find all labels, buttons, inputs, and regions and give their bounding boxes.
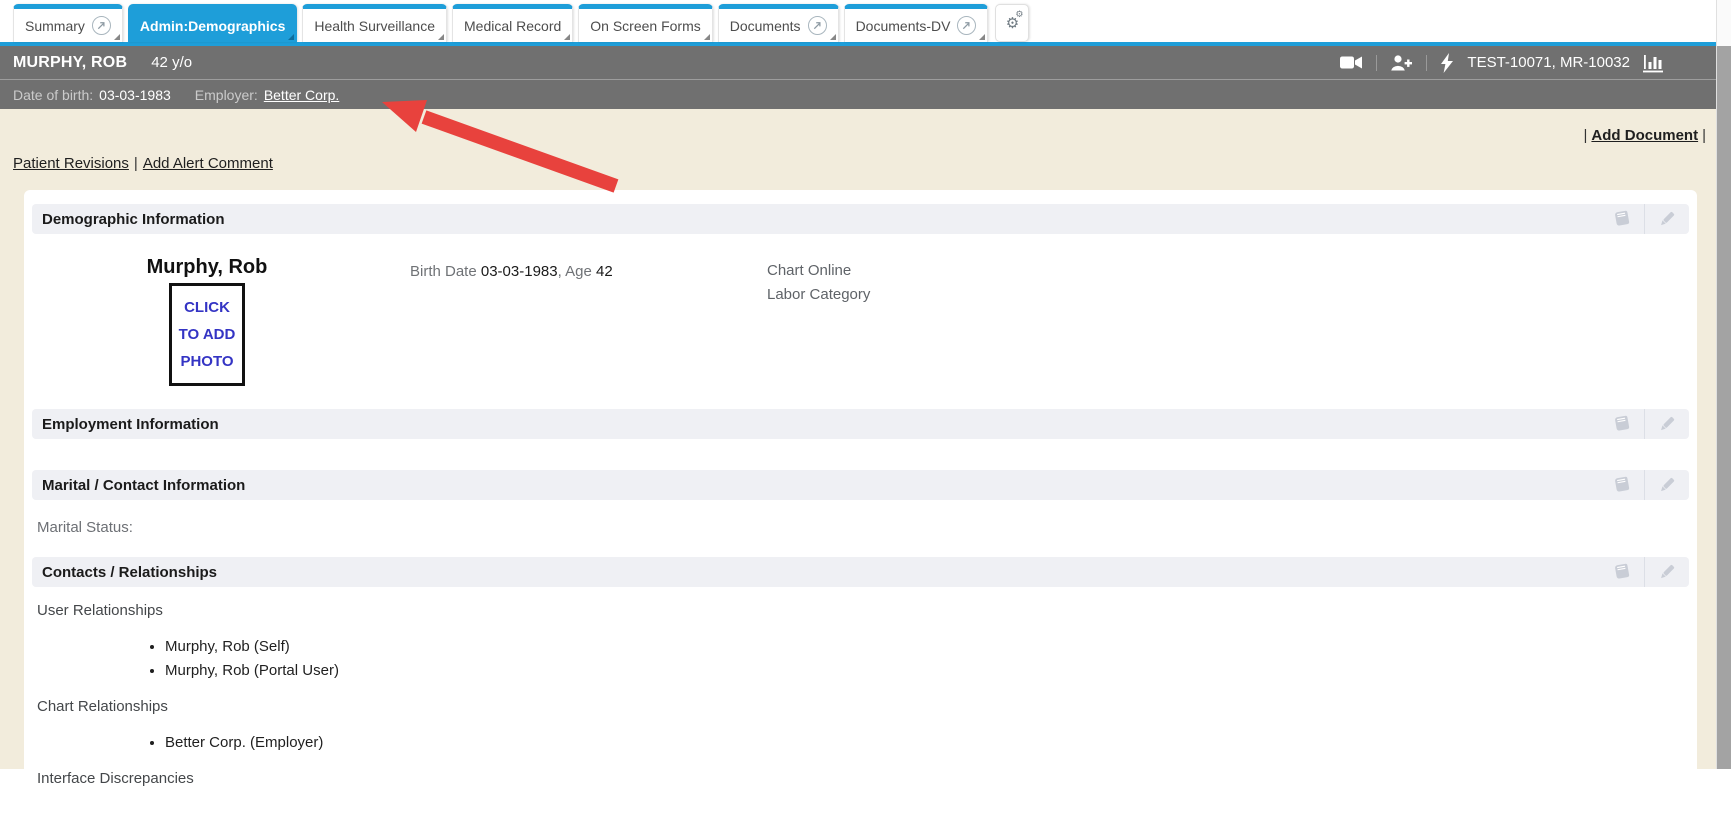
birth-date-line: Birth Date 03-03-1983, Age 42 bbox=[382, 257, 712, 280]
list-item: Better Corp. (Employer) bbox=[165, 731, 1689, 755]
chart-tab-bar: Summary Admin:Demographics Health Survei… bbox=[0, 0, 1716, 46]
tab-health-surveillance[interactable]: Health Surveillance bbox=[302, 4, 447, 42]
patient-header-bar: MURPHY, ROB 42 y/o TEST-10071, MR-10032 bbox=[0, 46, 1716, 79]
demographics-panel: Demographic Information Murphy, Rob CLIC… bbox=[24, 190, 1697, 826]
popout-icon[interactable] bbox=[92, 16, 111, 35]
tab-summary[interactable]: Summary bbox=[13, 4, 123, 42]
add-document-link[interactable]: Add Document bbox=[1591, 127, 1698, 144]
chart-status-column: Chart Online Labor Category bbox=[712, 257, 870, 302]
audit-book-icon[interactable] bbox=[1600, 204, 1644, 234]
age-label: , Age bbox=[558, 263, 592, 280]
employer-label: Employer: bbox=[195, 87, 258, 103]
scrollbar-thumb[interactable] bbox=[1717, 46, 1731, 769]
add-photo-placeholder[interactable]: CLICK TO ADD PHOTO bbox=[169, 283, 245, 386]
add-person-icon[interactable] bbox=[1390, 54, 1413, 72]
photo-placeholder-line: CLICK bbox=[172, 294, 242, 321]
tab-on-screen-forms[interactable]: On Screen Forms bbox=[578, 4, 712, 42]
patient-subheader-bar: Date of birth: 03-03-1983 Employer: Bett… bbox=[0, 79, 1716, 109]
patient-links-row: Patient Revisions | Add Alert Comment bbox=[0, 145, 1716, 173]
edit-pencil-icon[interactable] bbox=[1645, 557, 1689, 587]
audit-book-icon[interactable] bbox=[1600, 557, 1644, 587]
tab-documents-dv[interactable]: Documents-DV bbox=[844, 4, 989, 42]
section-title: Demographic Information bbox=[42, 211, 225, 228]
video-camera-icon[interactable] bbox=[1339, 54, 1363, 71]
add-alert-comment-link[interactable]: Add Alert Comment bbox=[143, 155, 273, 172]
vertical-scrollbar[interactable] bbox=[1716, 0, 1731, 769]
document-actions-row: |Add Document| bbox=[0, 109, 1716, 145]
pipe: | bbox=[1584, 127, 1588, 144]
tab-label: Medical Record bbox=[464, 18, 561, 34]
photo-placeholder-line: TO ADD bbox=[172, 321, 242, 348]
divider bbox=[1376, 55, 1377, 71]
content-area: |Add Document| Patient Revisions|Add Ale… bbox=[0, 109, 1716, 769]
popout-icon[interactable] bbox=[957, 16, 976, 35]
section-title: Contacts / Relationships bbox=[42, 564, 217, 581]
section-header-employment-information: Employment Information bbox=[32, 409, 1689, 439]
edit-pencil-icon[interactable] bbox=[1645, 409, 1689, 439]
birth-date-label: Birth Date bbox=[410, 263, 477, 280]
list-item: Murphy, Rob (Portal User) bbox=[165, 659, 1689, 683]
dob-label: Date of birth: bbox=[13, 87, 93, 103]
patient-age: 42 y/o bbox=[151, 54, 192, 71]
user-relationships-label: User Relationships bbox=[37, 603, 1689, 618]
edit-pencil-icon[interactable] bbox=[1645, 204, 1689, 234]
tab-label: Summary bbox=[25, 18, 85, 34]
section-title: Employment Information bbox=[42, 416, 219, 433]
list-item: Murphy, Rob (Self) bbox=[165, 635, 1689, 659]
user-relationships-list: Murphy, Rob (Self) Murphy, Rob (Portal U… bbox=[32, 635, 1689, 683]
marital-status-label: Marital Status: bbox=[37, 520, 1689, 535]
chart-relationships-label: Chart Relationships bbox=[37, 699, 1689, 714]
patient-name: MURPHY, ROB bbox=[13, 54, 127, 72]
section-header-demographic-information: Demographic Information bbox=[32, 204, 1689, 234]
tab-label: Health Surveillance bbox=[314, 18, 435, 34]
tab-label: Documents-DV bbox=[856, 18, 951, 34]
tab-admin-demographics[interactable]: Admin:Demographics bbox=[128, 4, 297, 42]
chart-relationships-list: Better Corp. (Employer) bbox=[32, 731, 1689, 755]
employer-link[interactable]: Better Corp. bbox=[264, 87, 339, 103]
labor-category-label: Labor Category bbox=[767, 287, 870, 302]
bar-chart-icon[interactable] bbox=[1643, 53, 1664, 73]
tab-documents[interactable]: Documents bbox=[718, 4, 839, 42]
tab-medical-record[interactable]: Medical Record bbox=[452, 4, 573, 42]
audit-book-icon[interactable] bbox=[1600, 470, 1644, 500]
tab-label: On Screen Forms bbox=[590, 18, 700, 34]
birth-date-value: 03-03-1983 bbox=[481, 263, 558, 280]
audit-book-icon[interactable] bbox=[1600, 409, 1644, 439]
section-header-marital-contact-information: Marital / Contact Information bbox=[32, 470, 1689, 500]
pipe: | bbox=[1702, 127, 1706, 144]
app-window: Summary Admin:Demographics Health Survei… bbox=[0, 0, 1716, 769]
divider bbox=[1426, 55, 1427, 71]
tab-settings-button[interactable]: ⚙ ⚙ bbox=[995, 4, 1029, 42]
tab-label: Admin:Demographics bbox=[140, 18, 285, 34]
patient-revisions-link[interactable]: Patient Revisions bbox=[13, 155, 129, 172]
settings-gears-icon-small: ⚙ bbox=[1015, 10, 1023, 19]
edit-pencil-icon[interactable] bbox=[1645, 470, 1689, 500]
lightning-bolt-icon[interactable] bbox=[1440, 53, 1454, 73]
pipe: | bbox=[134, 155, 138, 172]
interface-discrepancies-label: Interface Discrepancies bbox=[37, 771, 1689, 786]
section-header-contacts-relationships: Contacts / Relationships bbox=[32, 557, 1689, 587]
tab-label: Documents bbox=[730, 18, 801, 34]
photo-placeholder-line: PHOTO bbox=[172, 348, 242, 375]
popout-icon[interactable] bbox=[808, 16, 827, 35]
section-title: Marital / Contact Information bbox=[42, 477, 245, 494]
dob-value: 03-03-1983 bbox=[99, 87, 171, 103]
demographic-summary: Murphy, Rob CLICK TO ADD PHOTO Birth Dat… bbox=[32, 257, 1689, 386]
chart-online-label: Chart Online bbox=[767, 263, 870, 278]
patient-display-name: Murphy, Rob bbox=[32, 257, 382, 277]
patient-record-ids: TEST-10071, MR-10032 bbox=[1467, 54, 1630, 71]
age-value: 42 bbox=[596, 263, 613, 280]
